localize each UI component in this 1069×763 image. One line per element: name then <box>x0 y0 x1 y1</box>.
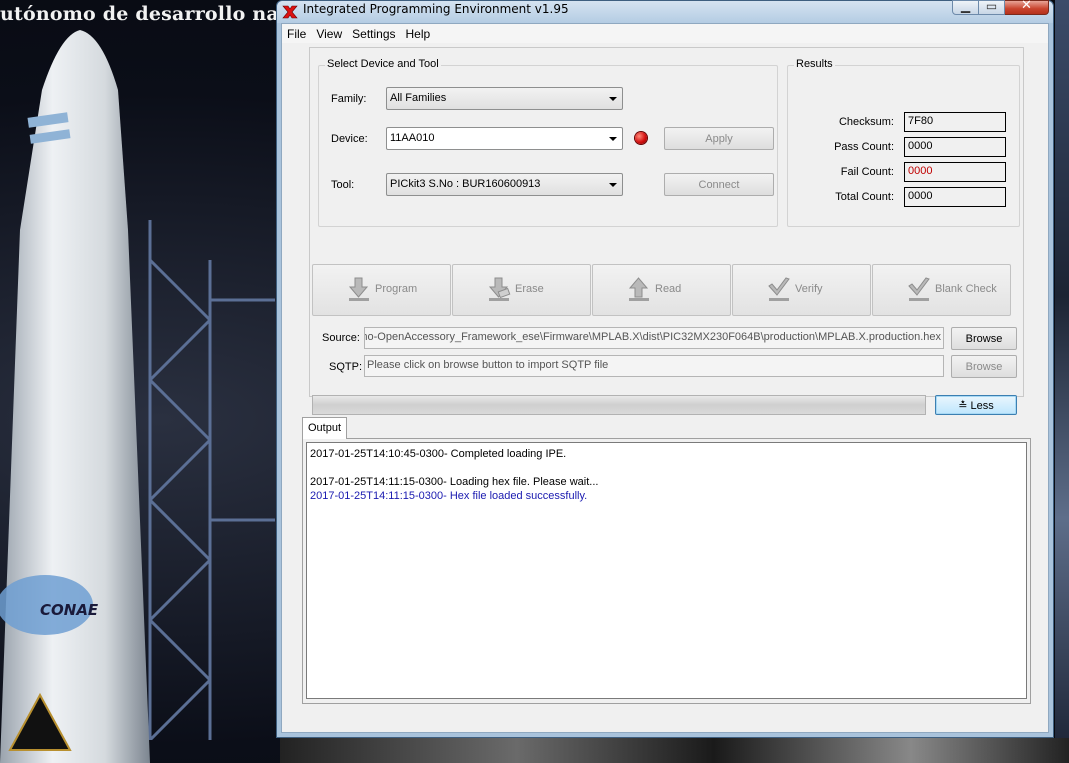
tab-output[interactable]: Output <box>302 417 348 439</box>
close-button[interactable]: ✕ <box>1005 0 1049 15</box>
read-label: Read <box>655 283 682 295</box>
read-button[interactable]: Read <box>592 264 731 316</box>
verify-button[interactable]: Verify <box>732 264 871 316</box>
maximize-button[interactable]: ▭ <box>979 0 1005 15</box>
menu-help[interactable]: Help <box>401 27 436 41</box>
log-line: 2017-01-25T14:10:45-0300- Completed load… <box>310 448 567 460</box>
minimize-icon: ▁ <box>960 0 971 13</box>
select-device-title: Select Device and Tool <box>325 58 441 70</box>
background-banner-text: utónomo de desarrollo naci <box>0 3 299 25</box>
rocket-image: CONAE <box>0 30 150 763</box>
title-bar[interactable]: Integrated Programming Environment v1.95… <box>277 0 1053 23</box>
tool-value: PICkit3 S.No : BUR160600913 <box>390 178 541 190</box>
verify-icon <box>768 277 790 301</box>
family-label: Family: <box>331 93 367 105</box>
checksum-label: Checksum: <box>838 116 894 128</box>
source-path-field[interactable]: Demo-OpenAccessory_Framework_ese\Firmwar… <box>364 327 944 349</box>
minimize-button[interactable]: ▁ <box>952 0 979 15</box>
results-group: Results Checksum: 7F80 Pass Count: 0000 … <box>787 58 1020 227</box>
total-count-value: 0000 <box>904 187 1006 207</box>
pass-count-value: 0000 <box>904 137 1006 157</box>
connect-button[interactable]: Connect <box>664 173 774 196</box>
erase-label: Erase <box>515 283 544 295</box>
source-label: Source: <box>322 332 360 344</box>
progress-bar <box>312 395 926 415</box>
device-value: 11AA010 <box>390 132 435 144</box>
read-icon <box>628 277 649 301</box>
pass-count-label: Pass Count: <box>834 141 894 153</box>
window-title: Integrated Programming Environment v1.95 <box>303 2 569 16</box>
blank-check-button[interactable]: Blank Check <box>872 264 1011 316</box>
menu-bar: File View Settings Help <box>282 24 1048 43</box>
sqtp-label: SQTP: <box>329 361 363 373</box>
output-log[interactable]: 2017-01-25T14:10:45-0300- Completed load… <box>306 442 1027 699</box>
chevron-down-icon <box>609 137 617 141</box>
app-icon <box>282 5 298 19</box>
blank-check-label: Blank Check <box>935 283 997 295</box>
output-frame: 2017-01-25T14:10:45-0300- Completed load… <box>302 438 1031 704</box>
ipe-window: Integrated Programming Environment v1.95… <box>276 0 1054 738</box>
fail-count-value: 0000 <box>904 162 1006 182</box>
source-path-value: Demo-OpenAccessory_Framework_ese\Firmwar… <box>364 331 941 343</box>
log-line: 2017-01-25T14:11:15-0300- Loading hex fi… <box>310 476 599 488</box>
menu-view[interactable]: View <box>311 27 347 41</box>
client-area: File View Settings Help Select Device an… <box>281 23 1049 733</box>
sqtp-field[interactable]: Please click on browse button to import … <box>364 355 944 377</box>
apply-button[interactable]: Apply <box>664 127 774 150</box>
source-browse-button[interactable]: Browse <box>951 327 1017 350</box>
tool-label: Tool: <box>331 179 355 191</box>
close-icon: ✕ <box>1021 0 1032 13</box>
family-value: All Families <box>390 92 447 104</box>
program-button[interactable]: Program <box>312 264 451 316</box>
output-panel: Output 2017-01-25T14:10:45-0300- Complet… <box>302 417 1031 704</box>
caption-buttons: ▁ ▭ ✕ <box>952 0 1049 15</box>
device-panel: Select Device and Tool Family: All Famil… <box>309 47 1024 415</box>
program-label: Program <box>375 283 418 295</box>
background-strip-bottom <box>280 738 1069 763</box>
menu-settings[interactable]: Settings <box>347 27 400 41</box>
erase-button[interactable]: Erase <box>452 264 591 316</box>
device-label: Device: <box>331 133 368 145</box>
sqtp-browse-button[interactable]: Browse <box>951 355 1017 378</box>
family-dropdown[interactable]: All Families <box>386 87 623 110</box>
background-strip-right <box>1055 0 1069 740</box>
log-line: 2017-01-25T14:11:15-0300- Hex file loade… <box>310 490 588 502</box>
svg-text:CONAE: CONAE <box>40 601 99 619</box>
verify-label: Verify <box>795 283 823 295</box>
total-count-label: Total Count: <box>835 191 894 203</box>
fail-count-label: Fail Count: <box>840 166 894 178</box>
erase-icon <box>488 277 511 301</box>
program-icon <box>348 277 369 301</box>
device-dropdown[interactable]: 11AA010 <box>386 127 623 150</box>
results-title: Results <box>794 58 835 70</box>
maximize-icon: ▭ <box>985 0 998 13</box>
status-led-icon <box>635 132 647 144</box>
blank-check-icon <box>908 277 930 301</box>
checksum-value: 7F80 <box>904 112 1006 132</box>
menu-file[interactable]: File <box>282 27 311 41</box>
tool-dropdown[interactable]: PICkit3 S.No : BUR160600913 <box>386 173 623 196</box>
chevron-down-icon <box>609 183 617 187</box>
select-device-group: Select Device and Tool Family: All Famil… <box>318 58 778 227</box>
less-button[interactable]: ≛ Less <box>935 395 1017 415</box>
chevron-down-icon <box>609 97 617 101</box>
